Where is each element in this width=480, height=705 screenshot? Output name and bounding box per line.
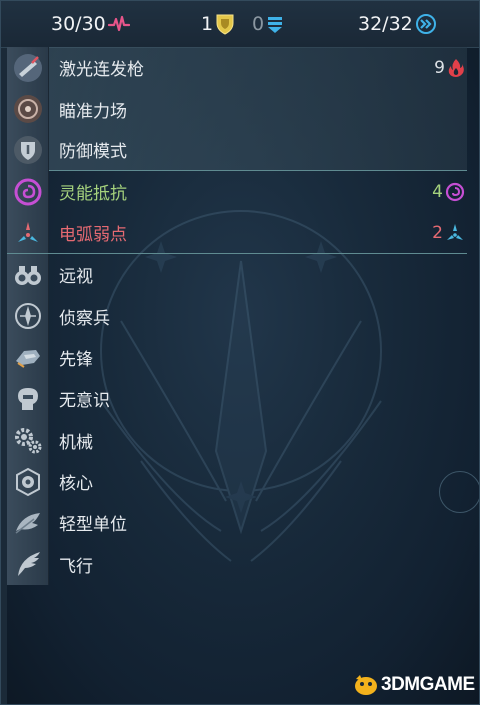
trait-label: 侦察兵 — [59, 308, 110, 329]
trait-label: 轻型单位 — [59, 515, 127, 536]
heartbeat-icon — [107, 15, 130, 32]
trait-row-psionic-resistance[interactable]: 灵能抵抗 4 — [7, 171, 467, 213]
trait-label: 核心 — [59, 474, 93, 495]
energy-shield-icon — [268, 17, 283, 33]
trait-label: 激光连发枪 — [59, 60, 144, 81]
trait-row-flying[interactable]: 飞行 — [7, 543, 467, 586]
trait-label: 无意识 — [59, 391, 110, 412]
trait-icon-cell — [7, 460, 49, 503]
shield-value: 0 — [252, 13, 265, 35]
trait-label: 机械 — [59, 432, 93, 453]
trait-row-far-sight[interactable]: 远视 — [7, 253, 467, 296]
armor-shield-icon — [216, 14, 234, 35]
trait-label: 电弧弱点 — [59, 225, 127, 246]
defense-mode-icon — [13, 135, 42, 164]
arc-icon — [17, 221, 38, 242]
psionic-icon — [14, 178, 41, 206]
mindless-icon — [17, 387, 38, 410]
trait-icon-cell — [7, 171, 49, 213]
movement-icon — [415, 14, 436, 34]
trait-row-mindless[interactable]: 无意识 — [7, 378, 467, 420]
unit-traits-panel: 30/30 1 0 32/32 激光连发枪 9 瞄准力场 防御模式 灵能抵抗 4… — [0, 0, 480, 705]
watermark-logo-icon — [355, 675, 377, 695]
stats-header: 30/30 1 0 32/32 — [1, 1, 479, 48]
trait-row-core[interactable]: 核心 — [7, 460, 467, 503]
arc-weakness-icon — [447, 223, 463, 240]
armor-stat: 1 — [201, 11, 235, 37]
fire-icon — [448, 58, 464, 77]
trait-icon-cell — [7, 502, 49, 544]
movement-value: 32/32 — [358, 13, 413, 35]
trait-icon-cell — [7, 336, 49, 379]
trait-icon-cell — [7, 419, 49, 461]
armor-value: 1 — [201, 13, 214, 35]
trait-icon-cell — [7, 47, 49, 89]
laser-gun-icon — [13, 53, 42, 82]
shield-stat: 0 — [252, 11, 284, 37]
psionic-swirl-icon — [445, 182, 465, 201]
watermark: 3DMGAME — [353, 673, 475, 697]
watermark-text: 3DMGAME — [381, 674, 475, 695]
trait-list: 激光连发枪 9 瞄准力场 防御模式 灵能抵抗 4 电弧弱点 2 远视 侦察兵 先… — [7, 47, 467, 586]
trait-icon-cell — [7, 212, 49, 254]
gears-icon — [14, 428, 41, 454]
core-icon — [15, 467, 40, 496]
trait-row-laser[interactable]: 激光连发枪 9 — [7, 47, 467, 89]
scout-icon — [14, 303, 41, 330]
trait-icon-cell — [7, 543, 49, 586]
count-value: 2 — [432, 222, 443, 243]
trait-label: 防御模式 — [59, 142, 127, 163]
feather-icon — [15, 512, 40, 534]
trait-count: 4 — [432, 182, 465, 202]
trait-icon-cell — [7, 295, 49, 337]
trait-row-arc-weakness[interactable]: 电弧弱点 2 — [7, 212, 467, 254]
trait-label: 灵能抵抗 — [59, 184, 127, 205]
count-value: 4 — [432, 181, 443, 202]
trait-count: 2 — [432, 223, 465, 243]
trait-label: 飞行 — [59, 556, 93, 577]
trait-icon-cell — [7, 378, 49, 420]
trait-label: 先锋 — [59, 349, 93, 370]
targeting-field-icon — [13, 95, 42, 124]
movement-stat: 32/32 — [358, 11, 437, 37]
trait-icon-cell — [7, 129, 49, 171]
trait-count: 9 — [434, 58, 465, 78]
trait-label: 远视 — [59, 267, 93, 288]
trait-row-vanguard[interactable]: 先锋 — [7, 336, 467, 379]
trait-row-targeting-field[interactable]: 瞄准力场 — [7, 88, 467, 130]
trait-row-scout[interactable]: 侦察兵 — [7, 295, 467, 337]
trait-row-mechanical[interactable]: 机械 — [7, 419, 467, 461]
trait-icon-cell — [7, 253, 49, 296]
hitpoints-value: 30/30 — [51, 13, 106, 35]
trait-row-defense-mode[interactable]: 防御模式 — [7, 129, 467, 172]
vanguard-icon — [15, 350, 40, 369]
count-value: 9 — [434, 57, 445, 78]
trait-row-light-unit[interactable]: 轻型单位 — [7, 502, 467, 544]
hitpoints-stat: 30/30 — [51, 11, 130, 37]
wing-icon — [17, 552, 40, 577]
binoculars-icon — [14, 265, 41, 285]
trait-label: 瞄准力场 — [59, 101, 127, 122]
trait-icon-cell — [7, 88, 49, 130]
